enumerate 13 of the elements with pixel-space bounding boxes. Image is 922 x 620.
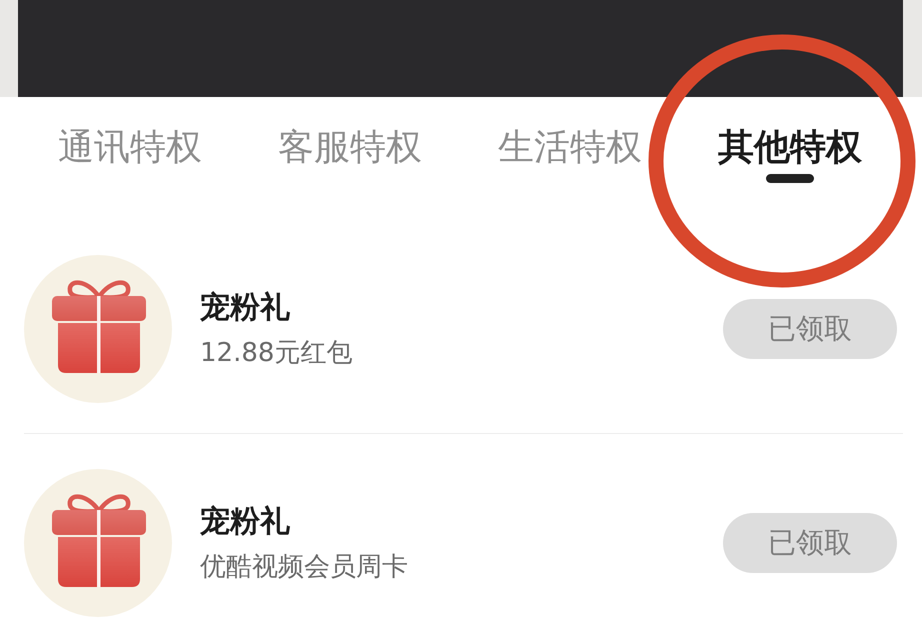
tab[interactable]: 客服特权: [278, 126, 422, 184]
claim-button[interactable]: 已领取: [723, 299, 897, 359]
gift-icon: [24, 255, 172, 403]
gift-description: 12.88元红包: [200, 336, 352, 370]
tab[interactable]: 其他特权: [718, 126, 862, 184]
gift-title: 宠粉礼: [200, 288, 290, 326]
gift-icon: [24, 469, 172, 617]
tab[interactable]: 通讯特权: [58, 126, 202, 184]
tab-underline: [766, 174, 814, 183]
gift-title: 宠粉礼: [200, 502, 290, 540]
claim-button[interactable]: 已领取: [723, 513, 897, 573]
gift-description: 优酷视频会员周卡: [200, 550, 408, 584]
tab[interactable]: 生活特权: [498, 126, 642, 184]
